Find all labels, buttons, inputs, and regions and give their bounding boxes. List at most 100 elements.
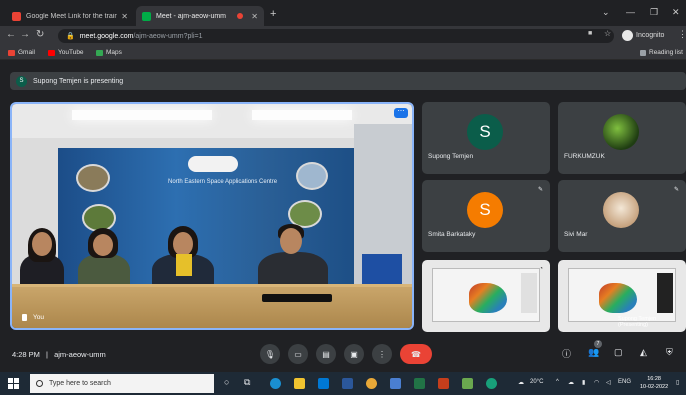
- cloud-icon[interactable]: ☁: [568, 379, 574, 386]
- screen-share-tile[interactable]: ◔: [422, 260, 550, 332]
- banner-photo: [76, 164, 110, 192]
- tab-title: Meet - ajm-aeow-umm: [156, 12, 227, 20]
- reading-list[interactable]: Reading list: [640, 49, 683, 56]
- mic-toggle-button[interactable]: 🎙: [260, 344, 280, 364]
- map-region: [599, 283, 637, 313]
- divider: |: [46, 350, 48, 359]
- maximize-icon[interactable]: ❐: [650, 7, 658, 18]
- reload-icon[interactable]: ↻: [36, 29, 44, 40]
- bookmark-star-icon[interactable]: ☆: [604, 29, 611, 38]
- participant-tile[interactable]: FURKUMZUK: [558, 102, 686, 174]
- camera-permission-icon[interactable]: ■: [588, 30, 592, 37]
- search-icon: [36, 380, 43, 387]
- close-icon[interactable]: ✕: [121, 12, 128, 21]
- participant-name: FURKUMZUK: [564, 153, 605, 160]
- tray-chevron-icon[interactable]: ^: [556, 379, 559, 385]
- store-icon[interactable]: [318, 378, 329, 389]
- mic-icon: [22, 314, 27, 321]
- muted-mic-icon: ✎: [673, 187, 679, 193]
- person-face: [173, 232, 193, 256]
- app-icon[interactable]: [390, 378, 401, 389]
- main-video-tile[interactable]: North Eastern Space Applications Centre: [10, 102, 414, 330]
- kebab-menu-icon[interactable]: ⋮: [678, 29, 686, 40]
- weather-temp: 20°C: [530, 379, 544, 385]
- meet-call-area: S Supong Temjen is presenting North East…: [0, 60, 686, 372]
- browser-toolbar: ← → ↻ 🔒 meet.google.com /ajm-aeow-umm?pl…: [0, 26, 686, 46]
- bookmark-maps[interactable]: Maps: [96, 49, 122, 56]
- minimize-icon[interactable]: —: [626, 7, 635, 17]
- excel-icon[interactable]: [414, 378, 425, 389]
- participant-tile[interactable]: S Supong Temjen: [422, 102, 550, 174]
- windows-start-icon[interactable]: [8, 378, 19, 389]
- new-tab-plus-icon[interactable]: +: [270, 8, 276, 20]
- ceiling-light: [252, 110, 352, 120]
- leave-call-button[interactable]: ☎: [400, 344, 432, 364]
- tab-search-chevron-icon[interactable]: ⌄: [602, 7, 610, 18]
- presenter-avatar: S: [16, 75, 27, 87]
- incognito-indicator[interactable]: Incognito: [622, 30, 664, 41]
- present-now-button[interactable]: ▣: [344, 344, 364, 364]
- taskbar-search-box[interactable]: Type here to search: [30, 374, 214, 393]
- battery-icon[interactable]: ▮: [582, 379, 585, 386]
- forward-arrow-icon[interactable]: →: [20, 29, 30, 40]
- notification-icon[interactable]: ▯: [676, 379, 679, 386]
- edge-icon[interactable]: [270, 378, 281, 389]
- mail-icon[interactable]: [342, 378, 353, 389]
- participant-tile[interactable]: ✎ S Smita Barkataky: [422, 180, 550, 252]
- bookmark-youtube[interactable]: YouTube: [48, 49, 84, 56]
- app-icon[interactable]: [462, 378, 473, 389]
- language-indicator[interactable]: ENG: [618, 379, 631, 385]
- more-options-icon[interactable]: ⋯: [394, 108, 408, 118]
- captions-icon: ▤: [322, 349, 330, 359]
- screen-share-tile[interactable]: Supong Temjen (Presenting): [558, 260, 686, 332]
- chrome-icon[interactable]: [366, 378, 377, 389]
- task-view-icon[interactable]: ⧉: [244, 377, 250, 388]
- tab-google-meet-link[interactable]: Google Meet Link for the trainin ✕: [6, 6, 134, 26]
- mic-icon: 🎙: [264, 349, 276, 359]
- gmail-icon: [8, 49, 15, 56]
- activities-icon[interactable]: ◭: [640, 347, 647, 358]
- conference-table: [12, 284, 412, 328]
- participant-tile[interactable]: ✎ Sivi Mar: [558, 180, 686, 252]
- camera-toggle-button[interactable]: ▭: [288, 344, 308, 364]
- close-icon[interactable]: ✕: [251, 12, 258, 21]
- incognito-label: Incognito: [636, 32, 665, 39]
- pin-icon[interactable]: ◔: [539, 266, 543, 272]
- more-options-button[interactable]: ⋮: [372, 344, 392, 364]
- people-icon[interactable]: 👥: [588, 347, 599, 358]
- host-controls-icon[interactable]: ⛨: [666, 347, 673, 358]
- back-arrow-icon[interactable]: ←: [6, 29, 16, 40]
- file-explorer-icon[interactable]: [294, 378, 305, 389]
- person-face: [280, 228, 302, 254]
- url-path: /ajm-aeow-umm?pli=1: [133, 32, 203, 40]
- browser-tab-strip: Google Meet Link for the trainin ✕ Meet …: [0, 0, 686, 26]
- meeting-time: 4:28 PM: [12, 350, 40, 359]
- window-close-icon[interactable]: ✕: [672, 7, 680, 18]
- yellow-scarf: [176, 254, 192, 276]
- chat-icon[interactable]: ▢: [614, 347, 623, 358]
- map-side-panel: [657, 273, 673, 313]
- person-face: [93, 234, 113, 256]
- banner-title: North Eastern Space Applications Centre: [168, 179, 278, 185]
- powerpoint-icon[interactable]: [438, 378, 449, 389]
- weather-icon[interactable]: ☁: [518, 379, 524, 386]
- windows-taskbar: Type here to search ○ ⧉ ☁ 20°C ^ ☁ ▮ ◠ ◁…: [0, 372, 686, 395]
- bookmark-gmail[interactable]: Gmail: [8, 49, 35, 56]
- participant-count-badge: 7: [594, 340, 602, 348]
- taskbar-clock[interactable]: 16:28 10-02-2022: [640, 375, 668, 391]
- captions-button[interactable]: ▤: [316, 344, 336, 364]
- participant-name: Supong Temjen: [428, 153, 474, 160]
- wifi-icon[interactable]: ◠: [594, 379, 599, 386]
- participant-name: Sivi Mar: [564, 231, 588, 238]
- address-bar[interactable]: 🔒 meet.google.com /ajm-aeow-umm?pli=1: [58, 29, 614, 43]
- cortana-icon[interactable]: ○: [224, 377, 229, 387]
- bookmarks-bar: Gmail YouTube Maps Reading list: [0, 46, 686, 60]
- hang-up-icon: ☎: [411, 349, 421, 359]
- meeting-code: ajm-aeow-umm: [54, 350, 106, 359]
- meeting-info-icon[interactable]: ⓘ: [562, 347, 571, 360]
- tab-meet[interactable]: Meet - ajm-aeow-umm ✕: [136, 6, 264, 26]
- clock-date: 10-02-2022: [640, 384, 669, 390]
- app-icon[interactable]: [486, 378, 497, 389]
- volume-icon[interactable]: ◁: [606, 379, 611, 386]
- youtube-icon: [48, 49, 55, 56]
